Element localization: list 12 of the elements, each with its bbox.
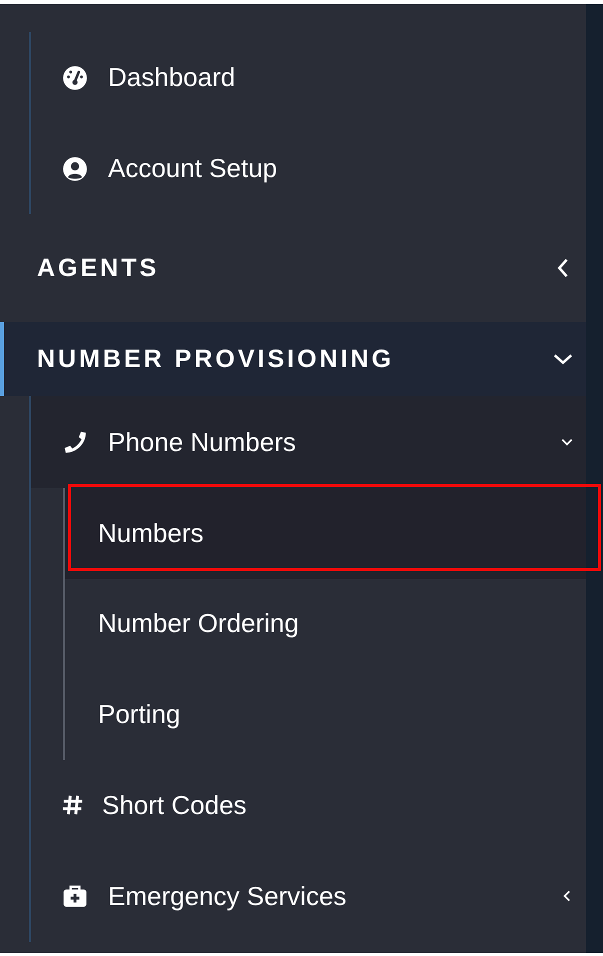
section-header[interactable]: NUMBER PROVISIONING [0,322,586,396]
menu-item[interactable]: Dashboard [31,32,586,123]
menu-item[interactable]: Emergency Services [31,850,586,942]
section-header[interactable]: AGENTS [0,214,586,322]
user-icon [62,156,88,182]
medical-kit-icon [62,883,88,909]
phone-icon [62,429,88,455]
menu-item[interactable]: Short Codes [31,760,586,850]
menu-item[interactable]: Account Setup [31,123,586,214]
gauge-icon [62,64,88,90]
submenu-item[interactable]: Number Ordering [65,578,586,669]
submenu-item[interactable]: Porting [65,669,586,760]
